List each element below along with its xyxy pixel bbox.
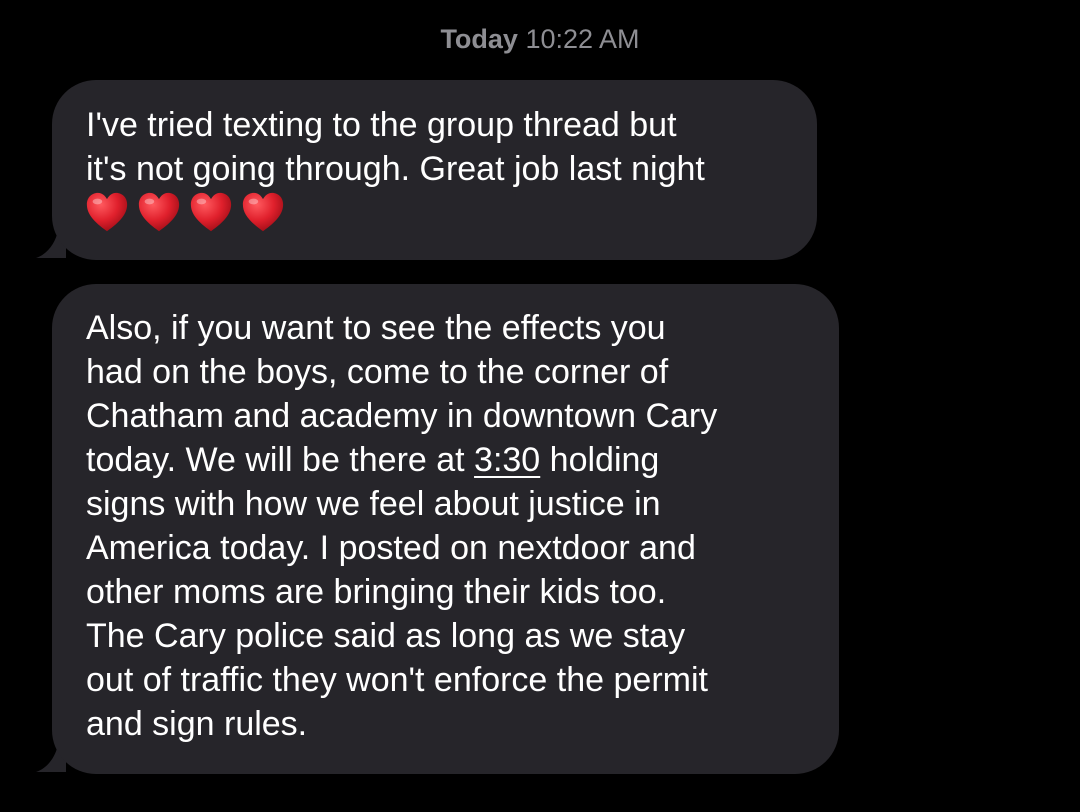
- message-text: Also, if you want to see the effects you…: [86, 306, 717, 746]
- message-line: had on the boys, come to the corner of: [86, 353, 669, 391]
- timestamp-time: 10:22 AM: [525, 24, 640, 54]
- message-text: I've tried texting to the group thread b…: [86, 103, 705, 191]
- message-line: signs with how we feel about justice in: [86, 485, 661, 523]
- message-line: I've tried texting to the group thread b…: [86, 106, 677, 144]
- message-line: The Cary police said as long as we stay: [86, 617, 686, 655]
- time-link[interactable]: 3:30: [474, 441, 540, 479]
- message-line-part: today. We will be there at: [86, 441, 475, 479]
- message-timestamp: Today 10:22 AM: [0, 22, 1080, 56]
- message-line: it's not going through. Great job last n…: [86, 150, 705, 188]
- message-line: America today. I posted on nextdoor and: [86, 529, 696, 567]
- message-bubble-received[interactable]: I've tried texting to the group thread b…: [52, 80, 817, 260]
- heart-icon: [190, 192, 232, 232]
- heart-emojis: [84, 190, 286, 240]
- heart-icon: [242, 192, 284, 232]
- heart-icon: [86, 192, 128, 232]
- message-line-with-time-link: today. We will be there at 3:30 holding: [86, 438, 717, 482]
- heart-icon: [138, 192, 180, 232]
- message-line: and sign rules.: [86, 705, 308, 743]
- message-line: other moms are bringing their kids too.: [86, 573, 667, 611]
- message-line: Chatham and academy in downtown Cary: [86, 397, 718, 435]
- message-line: Also, if you want to see the effects you: [86, 309, 666, 347]
- message-bubble-received[interactable]: Also, if you want to see the effects you…: [52, 284, 839, 774]
- message-line-part: holding: [540, 441, 660, 479]
- timestamp-day: Today: [440, 24, 518, 54]
- message-line: out of traffic they won't enforce the pe…: [86, 661, 708, 699]
